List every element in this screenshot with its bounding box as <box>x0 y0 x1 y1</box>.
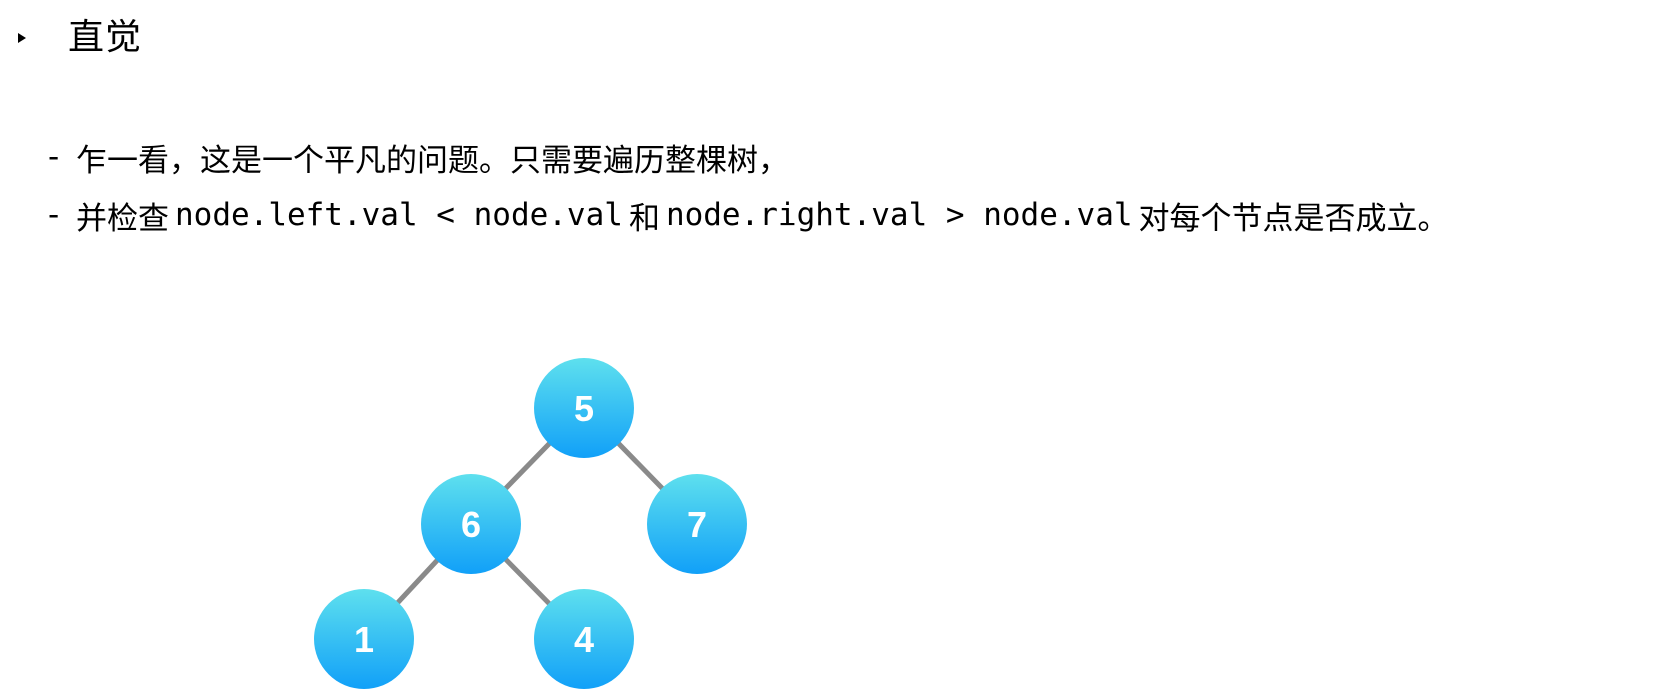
tree-node-5: 5 <box>534 358 634 458</box>
tree-node-1: 1 <box>314 589 414 689</box>
tree-node-label: 5 <box>574 388 594 429</box>
tree-node-label: 7 <box>687 504 707 545</box>
tree-node-label: 4 <box>574 619 594 660</box>
tree-node-label: 1 <box>354 619 374 660</box>
tree-nodes: 5 6 7 1 4 <box>314 358 747 689</box>
tree-node-4: 4 <box>534 589 634 689</box>
tree-node-7: 7 <box>647 474 747 574</box>
tree-node-label: 6 <box>461 504 481 545</box>
binary-tree-diagram: 5 6 7 1 4 <box>314 358 747 689</box>
tree-node-6: 6 <box>421 474 521 574</box>
